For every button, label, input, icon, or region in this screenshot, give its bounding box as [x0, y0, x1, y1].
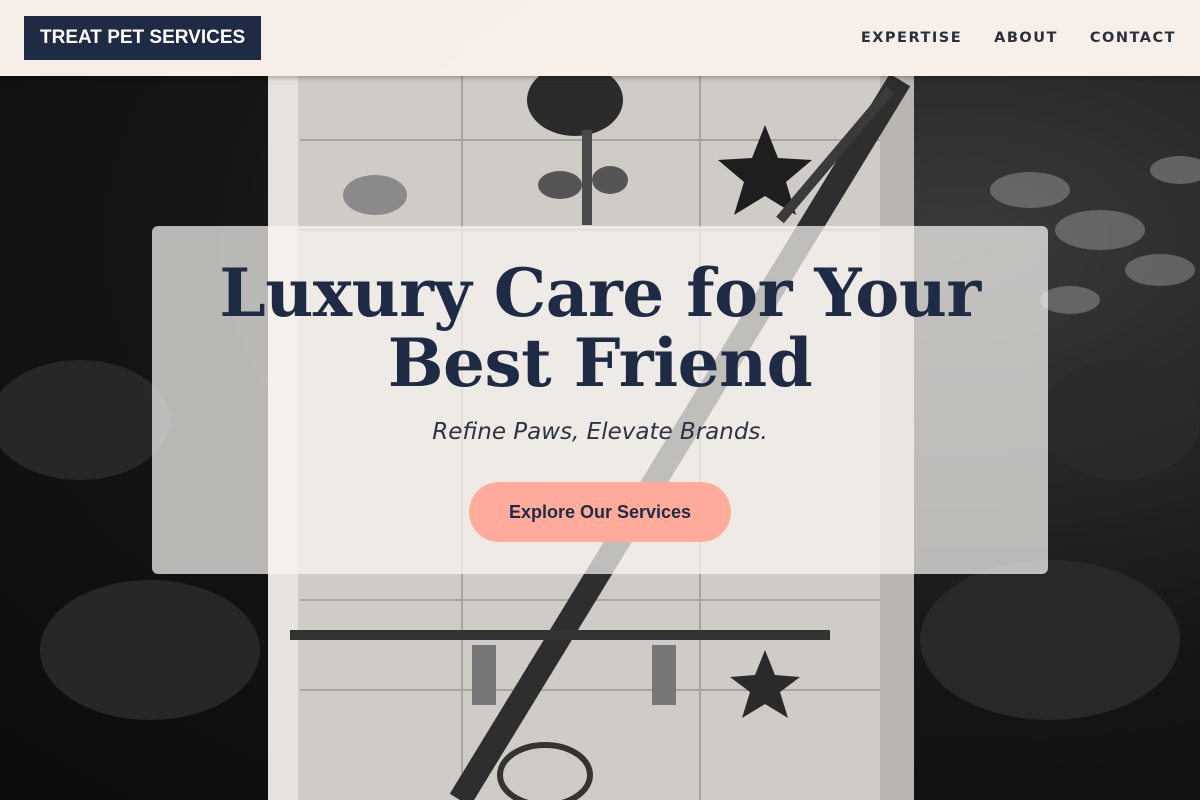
site-logo[interactable]: TREAT PET SERVICES [24, 16, 262, 60]
hero-card: Luxury Care for Your Best Friend Refine … [152, 226, 1048, 574]
main-nav: EXPERTISE ABOUT CONTACT [861, 0, 1176, 76]
nav-link-about[interactable]: ABOUT [994, 30, 1058, 46]
explore-services-button[interactable]: Explore Our Services [469, 482, 731, 542]
nav-link-contact[interactable]: CONTACT [1090, 30, 1176, 46]
hero-title: Luxury Care for Your Best Friend [219, 254, 981, 402]
site-header: TREAT PET SERVICES EXPERTISE ABOUT CONTA… [0, 0, 1200, 76]
nav-link-expertise[interactable]: EXPERTISE [861, 30, 962, 46]
hero-subtitle: Refine Paws, Elevate Brands. [432, 419, 768, 445]
